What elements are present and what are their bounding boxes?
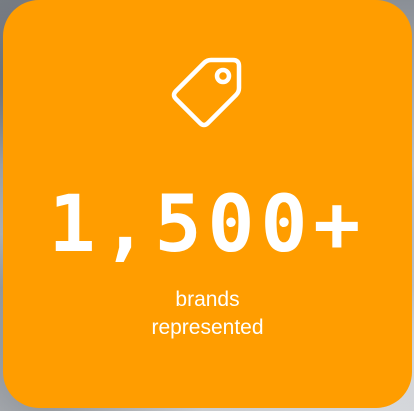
price-tag-icon (167, 52, 247, 132)
stat-number: 1,500+ (48, 180, 367, 270)
stat-label: brands represented (3, 286, 412, 342)
stat-label-line2: represented (151, 316, 264, 339)
stat-card: 1,500+ brands represented (3, 0, 412, 408)
stat-label-line1: brands (175, 288, 240, 311)
